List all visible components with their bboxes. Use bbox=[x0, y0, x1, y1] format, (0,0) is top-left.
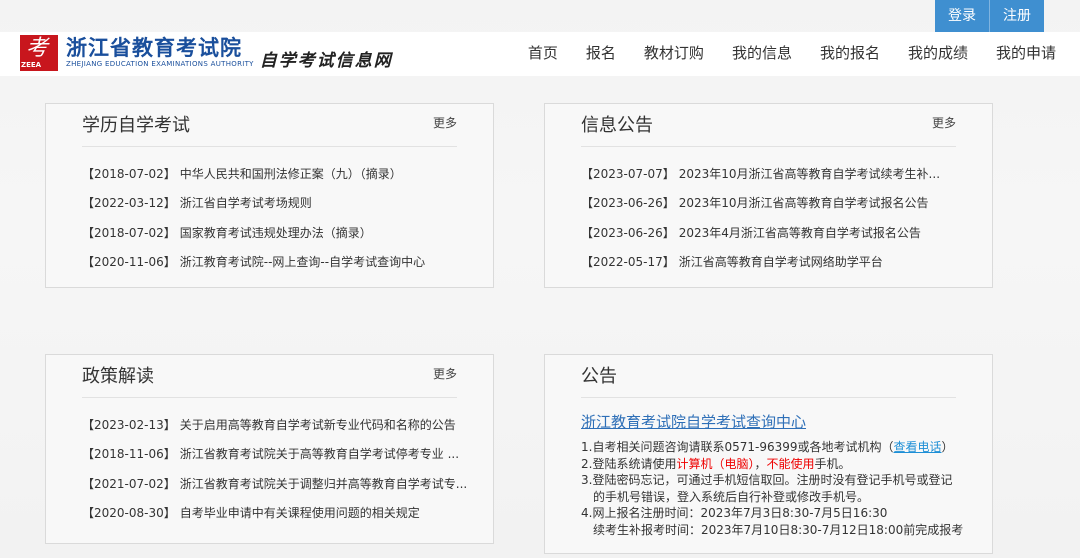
more-link[interactable]: 更多 bbox=[433, 365, 457, 382]
notice-line-2: 2.登陆系统请使用计算机（电脑），不能使用手机。 bbox=[581, 456, 851, 471]
panel-info: 信息公告 更多 【2023-07-07】 2023年10月浙江省高等教育自学考试续… bbox=[544, 103, 993, 288]
news-list: 【2023-07-07】 2023年10月浙江省高等教育自学考试续考生补... 【… bbox=[581, 160, 940, 277]
logo-english-name: ZHEJIANG EDUCATION EXAMINATIONS AUTHORIT… bbox=[66, 60, 254, 68]
news-list: 【2023-02-13】 关于启用高等教育自学考试新专业代码和名称的公告 【201… bbox=[82, 411, 467, 528]
logo-text: 浙江省教育考试院 ZHEJIANG EDUCATION EXAMINATIONS… bbox=[66, 36, 254, 69]
logo-chinese-name: 浙江省教育考试院 bbox=[66, 35, 242, 60]
list-item[interactable]: 【2023-06-26】 2023年4月浙江省高等教育自学考试报名公告 bbox=[581, 219, 940, 248]
panel-notice: 公告 浙江教育考试院自学考试查询中心 1.自考相关问题咨询请联系0571-963… bbox=[544, 354, 993, 554]
notice-line-4b: 续考生补报考时间：2023年7月10日8:30-7月12日18:00前完成报考 bbox=[593, 522, 964, 537]
list-item[interactable]: 【2020-11-06】 浙江教育考试院--网上查询--自学考试查询中心 bbox=[82, 248, 425, 277]
nav-my-registration[interactable]: 我的报名 bbox=[820, 42, 880, 63]
list-item[interactable]: 【2018-11-06】 浙江省教育考试院关于高等教育自学考试停考专业 ... bbox=[82, 440, 467, 469]
nav-my-scores[interactable]: 我的成绩 bbox=[908, 42, 968, 63]
panel-header: 公告 bbox=[581, 365, 956, 398]
register-button[interactable]: 注册 bbox=[989, 0, 1044, 32]
notice-line-3b: 的手机号错误，登入系统后自行补登或修改手机号。 bbox=[593, 489, 870, 504]
auth-bar: 登录 注册 bbox=[935, 0, 1044, 32]
main-nav: 首页 报名 教材订购 我的信息 我的报名 我的成绩 我的申请 bbox=[500, 42, 1056, 63]
query-center-link[interactable]: 浙江教育考试院自学考试查询中心 bbox=[581, 411, 806, 432]
list-item[interactable]: 【2022-03-12】 浙江省自学考试考场规则 bbox=[82, 189, 425, 218]
view-phone-link[interactable]: 查看电话 bbox=[894, 440, 942, 454]
news-list: 【2018-07-02】 中华人民共和国刑法修正案（九）（摘录） 【2022-03… bbox=[82, 160, 425, 277]
login-button[interactable]: 登录 bbox=[935, 0, 989, 32]
nav-my-applications[interactable]: 我的申请 bbox=[996, 42, 1056, 63]
list-item[interactable]: 【2018-07-02】 国家教育考试违规处理办法（摘录） bbox=[82, 219, 425, 248]
more-link[interactable]: 更多 bbox=[932, 114, 956, 131]
panel-header: 信息公告 更多 bbox=[581, 114, 956, 147]
panel-header: 政策解读 更多 bbox=[82, 365, 457, 398]
panel-policy: 政策解读 更多 【2023-02-13】 关于启用高等教育自学考试新专业代码和名称… bbox=[45, 354, 494, 544]
notice-line-1: 1.自考相关问题咨询请联系0571-96399或各地考试机构（查看电话） bbox=[581, 440, 954, 454]
list-item[interactable]: 【2023-07-07】 2023年10月浙江省高等教育自学考试续考生补... bbox=[581, 160, 940, 189]
nav-home[interactable]: 首页 bbox=[528, 42, 558, 63]
nav-my-info[interactable]: 我的信息 bbox=[732, 42, 792, 63]
site-header: 考 ZEEA 浙江省教育考试院 ZHEJIANG EDUCATION EXAMI… bbox=[0, 32, 1080, 76]
notice-line-3: 3.登陆密码忘记，可通过手机短信取回。注册时没有登记手机号或登记 bbox=[581, 473, 953, 487]
notice-text: 1.自考相关问题咨询请联系0571-96399或各地考试机构（查看电话） 2.登… bbox=[581, 439, 963, 538]
list-item[interactable]: 【2018-07-02】 中华人民共和国刑法修正案（九）（摘录） bbox=[82, 160, 425, 189]
zeea-logo-icon: 考 ZEEA bbox=[20, 34, 58, 71]
list-item[interactable]: 【2021-07-02】 浙江省教育考试院关于调整归并高等教育自学考试专... bbox=[82, 470, 467, 499]
list-item[interactable]: 【2023-06-26】 2023年10月浙江省高等教育自学考试报名公告 bbox=[581, 189, 940, 218]
list-item[interactable]: 【2022-05-17】 浙江省高等教育自学考试网络助学平台 bbox=[581, 248, 940, 277]
panel-title: 政策解读 bbox=[82, 366, 154, 387]
nav-textbook[interactable]: 教材订购 bbox=[644, 42, 704, 63]
site-name: 自学考试信息网 bbox=[259, 51, 393, 71]
panel-header: 学历自学考试 更多 bbox=[82, 114, 457, 147]
panel-exam: 学历自学考试 更多 【2018-07-02】 中华人民共和国刑法修正案（九）（摘录… bbox=[45, 103, 494, 288]
list-item[interactable]: 【2023-02-13】 关于启用高等教育自学考试新专业代码和名称的公告 bbox=[82, 411, 467, 440]
notice-line-4: 4.网上报名注册时间：2023年7月3日8:30-7月5日16:30 bbox=[581, 506, 888, 520]
nav-register[interactable]: 报名 bbox=[586, 42, 616, 63]
site-logo[interactable]: 考 ZEEA 浙江省教育考试院 ZHEJIANG EDUCATION EXAMI… bbox=[20, 34, 393, 71]
more-link[interactable]: 更多 bbox=[433, 114, 457, 131]
list-item[interactable]: 【2020-08-30】 自考毕业申请中有关课程使用问题的相关规定 bbox=[82, 499, 467, 528]
panel-title: 公告 bbox=[581, 366, 617, 387]
panel-title: 信息公告 bbox=[581, 115, 653, 136]
panel-title: 学历自学考试 bbox=[82, 115, 190, 136]
